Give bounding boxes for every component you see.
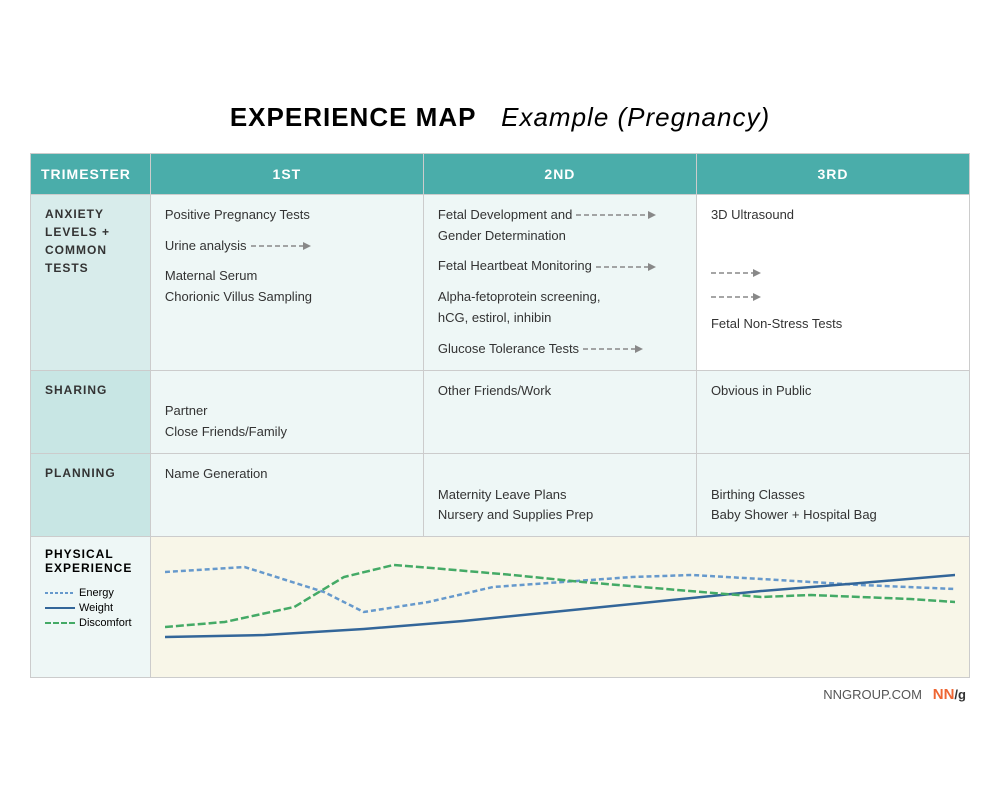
- arrow-heartbeat-3rd: [711, 266, 761, 280]
- experience-map-table: TRIMESTER 1ST 2ND 3RD ANXIETY LEVELS + C…: [30, 153, 970, 679]
- footer-logo-g: g: [958, 687, 966, 702]
- glucose-3rd: [711, 290, 955, 311]
- header-1st: 1ST: [150, 153, 423, 194]
- 3d-ultrasound: 3D Ultrasound: [711, 205, 955, 226]
- sharing-col2: Other Friends/Work: [423, 370, 696, 453]
- anxiety-label: ANXIETY LEVELS + COMMON TESTS: [31, 194, 151, 370]
- discomfort-legend: Discomfort: [45, 617, 136, 629]
- anxiety-col2: Fetal Development and Gender Determinati…: [423, 194, 696, 370]
- footer: NNGROUP.COM NN/g: [30, 686, 970, 703]
- anxiety-row: ANXIETY LEVELS + COMMON TESTS Positive P…: [31, 194, 970, 370]
- sharing-col1: Partner Close Friends/Family: [150, 370, 423, 453]
- header-trimester: TRIMESTER: [31, 153, 151, 194]
- footer-site: NNGROUP.COM: [823, 687, 922, 702]
- sharing-col3: Obvious in Public: [696, 370, 969, 453]
- title-bold: EXPERIENCE MAP: [230, 102, 477, 132]
- arrow-fetal-dev: [576, 208, 656, 222]
- fetal-development: Fetal Development and Gender Determinati…: [438, 205, 682, 247]
- fetal-heartbeat: Fetal Heartbeat Monitoring: [438, 256, 682, 277]
- planning-col2: Maternity Leave Plans Nursery and Suppli…: [423, 453, 696, 536]
- anxiety-col1: Positive Pregnancy Tests Urine analysis …: [150, 194, 423, 370]
- header-2nd: 2ND: [423, 153, 696, 194]
- main-container: EXPERIENCE MAP Example (Pregnancy) TRIME…: [20, 82, 980, 724]
- physical-row: PHYSICAL EXPERIENCE Energy Weight Discom…: [31, 537, 970, 678]
- glucose-tolerance: Glucose Tolerance Tests: [438, 339, 682, 360]
- weight-legend: Weight: [45, 602, 136, 614]
- maternal-serum: Maternal Serum Chorionic Villus Sampling: [165, 266, 409, 308]
- planning-col3: Birthing Classes Baby Shower + Hospital …: [696, 453, 969, 536]
- sharing-row: SHARING Partner Close Friends/Family Oth…: [31, 370, 970, 453]
- physical-legend: Energy Weight Discomfort: [45, 587, 136, 629]
- urine-analysis: Urine analysis: [165, 236, 409, 257]
- positive-pregnancy-tests: Positive Pregnancy Tests: [165, 205, 409, 226]
- physical-title: PHYSICAL EXPERIENCE: [45, 547, 136, 575]
- physical-chart-area: [150, 537, 969, 678]
- alpha-fetoprotein: Alpha-fetoprotein screening, hCG, estiro…: [438, 287, 682, 329]
- fetal-non-stress: Fetal Non-Stress Tests: [711, 314, 955, 335]
- footer-logo-nn: NN: [933, 686, 955, 703]
- anxiety-col3: 3D Ultrasound Fetal Non-Stress Tests: [696, 194, 969, 370]
- title-italic: Example (Pregnancy): [501, 102, 770, 132]
- energy-legend: Energy: [45, 587, 136, 599]
- arrow-urine: [251, 239, 311, 253]
- planning-col1: Name Generation: [150, 453, 423, 536]
- header-row: TRIMESTER 1ST 2ND 3RD: [31, 153, 970, 194]
- sharing-label: SHARING: [31, 370, 151, 453]
- fetal-heartbeat-3rd: [711, 266, 955, 280]
- planning-row: PLANNING Name Generation Maternity Leave…: [31, 453, 970, 536]
- arrow-heartbeat: [596, 260, 656, 274]
- planning-label: PLANNING: [31, 453, 151, 536]
- arrow-glucose: [583, 342, 643, 356]
- page-title: EXPERIENCE MAP Example (Pregnancy): [30, 102, 970, 133]
- physical-chart-svg: [165, 547, 955, 667]
- physical-label: PHYSICAL EXPERIENCE Energy Weight Discom…: [31, 537, 151, 678]
- header-3rd: 3RD: [696, 153, 969, 194]
